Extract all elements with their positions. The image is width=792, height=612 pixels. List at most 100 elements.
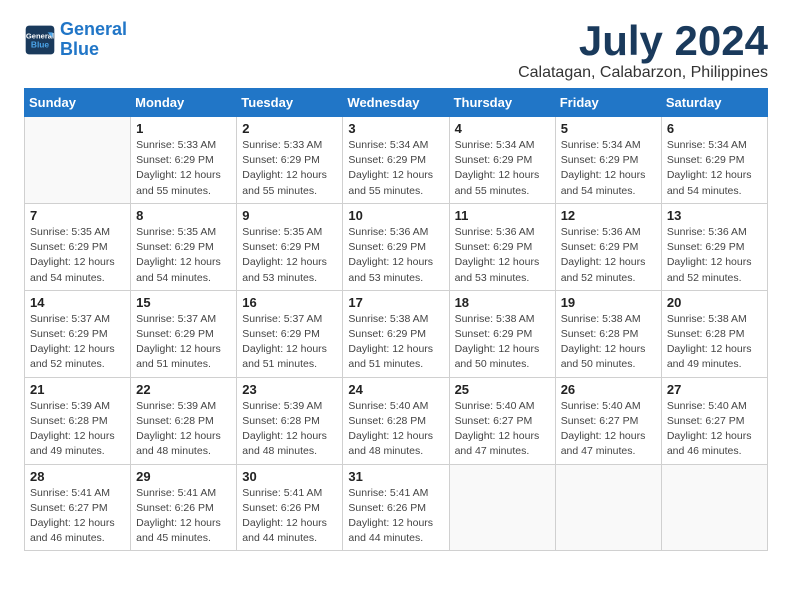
day-number: 5	[561, 121, 656, 136]
day-number: 31	[348, 469, 443, 484]
calendar-cell	[449, 464, 555, 551]
day-number: 23	[242, 382, 337, 397]
calendar-cell: 2 Sunrise: 5:33 AM Sunset: 6:29 PM Daylig…	[237, 117, 343, 204]
day-number: 18	[455, 295, 550, 310]
calendar-cell: 6 Sunrise: 5:34 AM Sunset: 6:29 PM Daylig…	[661, 117, 767, 204]
day-number: 13	[667, 208, 762, 223]
calendar-cell: 5Sunrise: 5:34 AM Sunset: 6:29 PM Daylig…	[555, 117, 661, 204]
day-info: Sunrise: 5:33 AM Sunset: 6:29 PM Dayligh…	[242, 138, 337, 199]
header-day-wednesday: Wednesday	[343, 89, 449, 117]
day-number: 7	[30, 208, 125, 223]
day-number: 21	[30, 382, 125, 397]
location-title: Calatagan, Calabarzon, Philippines	[518, 64, 768, 82]
day-number: 29	[136, 469, 231, 484]
day-number: 24	[348, 382, 443, 397]
day-info: Sunrise: 5:34 AM Sunset: 6:29 PM Dayligh…	[348, 138, 443, 199]
calendar-cell: 7 Sunrise: 5:35 AM Sunset: 6:29 PM Daylig…	[25, 203, 131, 290]
calendar-cell: 4 Sunrise: 5:34 AM Sunset: 6:29 PM Daylig…	[449, 117, 555, 204]
week-row-1: 1Sunrise: 5:33 AM Sunset: 6:29 PM Daylig…	[25, 117, 768, 204]
calendar-cell	[25, 117, 131, 204]
day-number: 30	[242, 469, 337, 484]
day-number: 19	[561, 295, 656, 310]
calendar-cell: 8 Sunrise: 5:35 AM Sunset: 6:29 PM Daylig…	[131, 203, 237, 290]
calendar-cell: 14 Sunrise: 5:37 AM Sunset: 6:29 PM Dayli…	[25, 290, 131, 377]
calendar-cell: 26 Sunrise: 5:40 AM Sunset: 6:27 PM Dayli…	[555, 377, 661, 464]
calendar-cell: 18Sunrise: 5:38 AM Sunset: 6:29 PM Dayli…	[449, 290, 555, 377]
day-number: 17	[348, 295, 443, 310]
calendar-cell: 9Sunrise: 5:35 AM Sunset: 6:29 PM Daylig…	[237, 203, 343, 290]
day-info: Sunrise: 5:36 AM Sunset: 6:29 PM Dayligh…	[667, 225, 762, 286]
calendar-cell: 10Sunrise: 5:36 AM Sunset: 6:29 PM Dayli…	[343, 203, 449, 290]
day-number: 14	[30, 295, 125, 310]
calendar-cell: 11 Sunrise: 5:36 AM Sunset: 6:29 PM Dayli…	[449, 203, 555, 290]
calendar-cell: 20Sunrise: 5:38 AM Sunset: 6:28 PM Dayli…	[661, 290, 767, 377]
day-info: Sunrise: 5:40 AM Sunset: 6:28 PM Dayligh…	[348, 399, 443, 460]
calendar-cell	[661, 464, 767, 551]
day-info: Sunrise: 5:35 AM Sunset: 6:29 PM Dayligh…	[242, 225, 337, 286]
day-info: Sunrise: 5:37 AM Sunset: 6:29 PM Dayligh…	[30, 312, 125, 373]
day-number: 22	[136, 382, 231, 397]
calendar-cell: 30Sunrise: 5:41 AM Sunset: 6:26 PM Dayli…	[237, 464, 343, 551]
calendar-cell: 23 Sunrise: 5:39 AM Sunset: 6:28 PM Dayli…	[237, 377, 343, 464]
day-info: Sunrise: 5:35 AM Sunset: 6:29 PM Dayligh…	[30, 225, 125, 286]
day-info: Sunrise: 5:34 AM Sunset: 6:29 PM Dayligh…	[667, 138, 762, 199]
header: General Blue General Blue July 2024 Cala…	[24, 20, 768, 82]
day-number: 8	[136, 208, 231, 223]
day-number: 11	[455, 208, 550, 223]
calendar-cell: 1Sunrise: 5:33 AM Sunset: 6:29 PM Daylig…	[131, 117, 237, 204]
calendar-cell: 27Sunrise: 5:40 AM Sunset: 6:27 PM Dayli…	[661, 377, 767, 464]
day-info: Sunrise: 5:41 AM Sunset: 6:27 PM Dayligh…	[30, 486, 125, 547]
week-row-2: 7 Sunrise: 5:35 AM Sunset: 6:29 PM Daylig…	[25, 203, 768, 290]
calendar-cell: 28Sunrise: 5:41 AM Sunset: 6:27 PM Dayli…	[25, 464, 131, 551]
calendar-cell: 17 Sunrise: 5:38 AM Sunset: 6:29 PM Dayli…	[343, 290, 449, 377]
day-info: Sunrise: 5:40 AM Sunset: 6:27 PM Dayligh…	[455, 399, 550, 460]
header-day-tuesday: Tuesday	[237, 89, 343, 117]
logo-icon: General Blue	[24, 24, 56, 56]
calendar-cell: 21 Sunrise: 5:39 AM Sunset: 6:28 PM Dayli…	[25, 377, 131, 464]
header-day-thursday: Thursday	[449, 89, 555, 117]
calendar-cell: 25 Sunrise: 5:40 AM Sunset: 6:27 PM Dayli…	[449, 377, 555, 464]
day-info: Sunrise: 5:33 AM Sunset: 6:29 PM Dayligh…	[136, 138, 231, 199]
day-number: 2	[242, 121, 337, 136]
calendar-cell: 16 Sunrise: 5:37 AM Sunset: 6:29 PM Dayli…	[237, 290, 343, 377]
title-area: July 2024 Calatagan, Calabarzon, Philipp…	[518, 20, 768, 82]
day-info: Sunrise: 5:39 AM Sunset: 6:28 PM Dayligh…	[242, 399, 337, 460]
calendar-table: SundayMondayTuesdayWednesdayThursdayFrid…	[24, 88, 768, 551]
calendar-cell: 31Sunrise: 5:41 AM Sunset: 6:26 PM Dayli…	[343, 464, 449, 551]
day-number: 3	[348, 121, 443, 136]
day-info: Sunrise: 5:40 AM Sunset: 6:27 PM Dayligh…	[561, 399, 656, 460]
day-number: 4	[455, 121, 550, 136]
calendar-cell: 24 Sunrise: 5:40 AM Sunset: 6:28 PM Dayli…	[343, 377, 449, 464]
header-day-monday: Monday	[131, 89, 237, 117]
calendar-cell	[555, 464, 661, 551]
day-info: Sunrise: 5:38 AM Sunset: 6:29 PM Dayligh…	[348, 312, 443, 373]
day-info: Sunrise: 5:38 AM Sunset: 6:28 PM Dayligh…	[561, 312, 656, 373]
calendar-cell: 3 Sunrise: 5:34 AM Sunset: 6:29 PM Daylig…	[343, 117, 449, 204]
calendar-cell: 12Sunrise: 5:36 AM Sunset: 6:29 PM Dayli…	[555, 203, 661, 290]
day-number: 16	[242, 295, 337, 310]
day-info: Sunrise: 5:35 AM Sunset: 6:29 PM Dayligh…	[136, 225, 231, 286]
week-row-5: 28Sunrise: 5:41 AM Sunset: 6:27 PM Dayli…	[25, 464, 768, 551]
day-info: Sunrise: 5:37 AM Sunset: 6:29 PM Dayligh…	[242, 312, 337, 373]
day-number: 20	[667, 295, 762, 310]
calendar-cell: 19 Sunrise: 5:38 AM Sunset: 6:28 PM Dayli…	[555, 290, 661, 377]
day-number: 26	[561, 382, 656, 397]
day-info: Sunrise: 5:37 AM Sunset: 6:29 PM Dayligh…	[136, 312, 231, 373]
day-number: 12	[561, 208, 656, 223]
calendar-cell: 22Sunrise: 5:39 AM Sunset: 6:28 PM Dayli…	[131, 377, 237, 464]
calendar-cell: 15Sunrise: 5:37 AM Sunset: 6:29 PM Dayli…	[131, 290, 237, 377]
calendar-cell: 13 Sunrise: 5:36 AM Sunset: 6:29 PM Dayli…	[661, 203, 767, 290]
day-number: 6	[667, 121, 762, 136]
day-info: Sunrise: 5:36 AM Sunset: 6:29 PM Dayligh…	[455, 225, 550, 286]
header-day-sunday: Sunday	[25, 89, 131, 117]
day-info: Sunrise: 5:39 AM Sunset: 6:28 PM Dayligh…	[30, 399, 125, 460]
logo-text: General Blue	[60, 20, 127, 60]
day-number: 25	[455, 382, 550, 397]
header-day-saturday: Saturday	[661, 89, 767, 117]
day-info: Sunrise: 5:34 AM Sunset: 6:29 PM Dayligh…	[455, 138, 550, 199]
day-number: 27	[667, 382, 762, 397]
day-info: Sunrise: 5:36 AM Sunset: 6:29 PM Dayligh…	[348, 225, 443, 286]
calendar-cell: 29Sunrise: 5:41 AM Sunset: 6:26 PM Dayli…	[131, 464, 237, 551]
week-row-3: 14 Sunrise: 5:37 AM Sunset: 6:29 PM Dayli…	[25, 290, 768, 377]
month-title: July 2024	[518, 20, 768, 62]
